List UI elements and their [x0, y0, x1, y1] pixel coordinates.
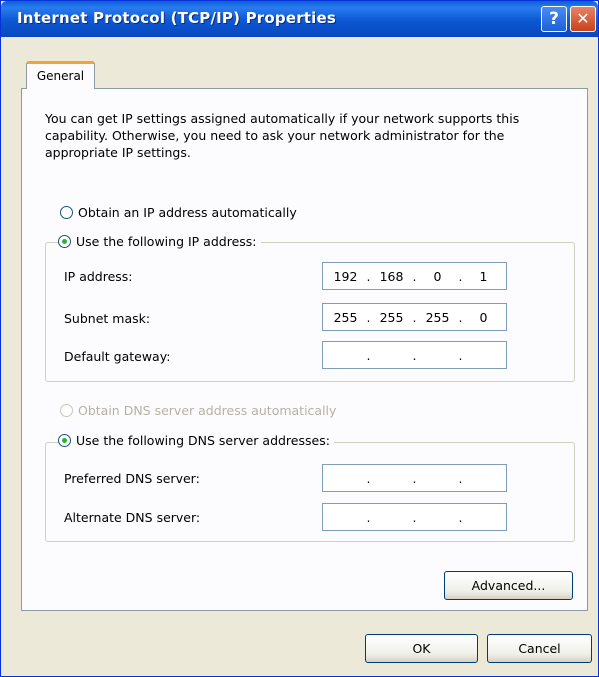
- default-gateway-label: Default gateway:: [64, 349, 171, 364]
- ip-address-label: IP address:: [64, 269, 133, 284]
- radio-button-disabled: [60, 404, 73, 417]
- title-bar[interactable]: Internet Protocol (TCP/IP) Properties ? …: [1, 1, 598, 37]
- tcpip-properties-dialog: Internet Protocol (TCP/IP) Properties ? …: [0, 0, 599, 677]
- alternate-dns-input[interactable]: . . .: [322, 503, 507, 531]
- ip-octet: 1: [479, 268, 488, 284]
- ip-octet: 255: [379, 309, 404, 325]
- help-icon: ?: [549, 9, 559, 29]
- radio-use-following-dns[interactable]: Use the following DNS server addresses:: [58, 433, 334, 448]
- tab-general[interactable]: General: [26, 61, 95, 89]
- radio-label: Obtain an IP address automatically: [78, 205, 297, 220]
- radio-use-following-ip[interactable]: Use the following IP address:: [58, 234, 261, 249]
- radio-button-selected[interactable]: [58, 235, 71, 248]
- radio-label: Obtain DNS server address automatically: [78, 403, 337, 418]
- radio-button[interactable]: [60, 206, 73, 219]
- close-icon: ✕: [576, 9, 590, 28]
- ip-octet: 168: [379, 268, 404, 284]
- ip-octet: 0: [433, 268, 442, 284]
- radio-obtain-dns-auto: Obtain DNS server address automatically: [60, 403, 336, 418]
- ip-octet: 0: [479, 309, 488, 325]
- window-title: Internet Protocol (TCP/IP) Properties: [17, 9, 337, 27]
- description-text: You can get IP settings assigned automat…: [45, 111, 520, 160]
- cancel-button[interactable]: Cancel: [487, 634, 592, 663]
- preferred-dns-input[interactable]: . . .: [322, 464, 507, 492]
- close-button[interactable]: ✕: [570, 6, 596, 32]
- ok-button[interactable]: OK: [365, 634, 478, 663]
- ip-octet: 255: [425, 309, 450, 325]
- ip-address-input[interactable]: 192. 168. 0. 1: [322, 262, 507, 290]
- ip-octet: 192: [333, 268, 358, 284]
- radio-obtain-ip-auto[interactable]: Obtain an IP address automatically: [60, 205, 297, 220]
- radio-label: Use the following IP address:: [76, 234, 257, 249]
- ip-octet: 255: [333, 309, 358, 325]
- subnet-mask-label: Subnet mask:: [64, 311, 151, 326]
- help-button[interactable]: ?: [541, 6, 567, 32]
- alternate-dns-label: Alternate DNS server:: [64, 510, 201, 525]
- radio-label: Use the following DNS server addresses:: [76, 433, 330, 448]
- subnet-mask-input[interactable]: 255. 255. 255. 0: [322, 303, 507, 331]
- advanced-button[interactable]: Advanced...: [444, 571, 573, 600]
- default-gateway-input[interactable]: . . .: [322, 341, 507, 369]
- radio-button-selected[interactable]: [58, 434, 71, 447]
- preferred-dns-label: Preferred DNS server:: [64, 471, 200, 486]
